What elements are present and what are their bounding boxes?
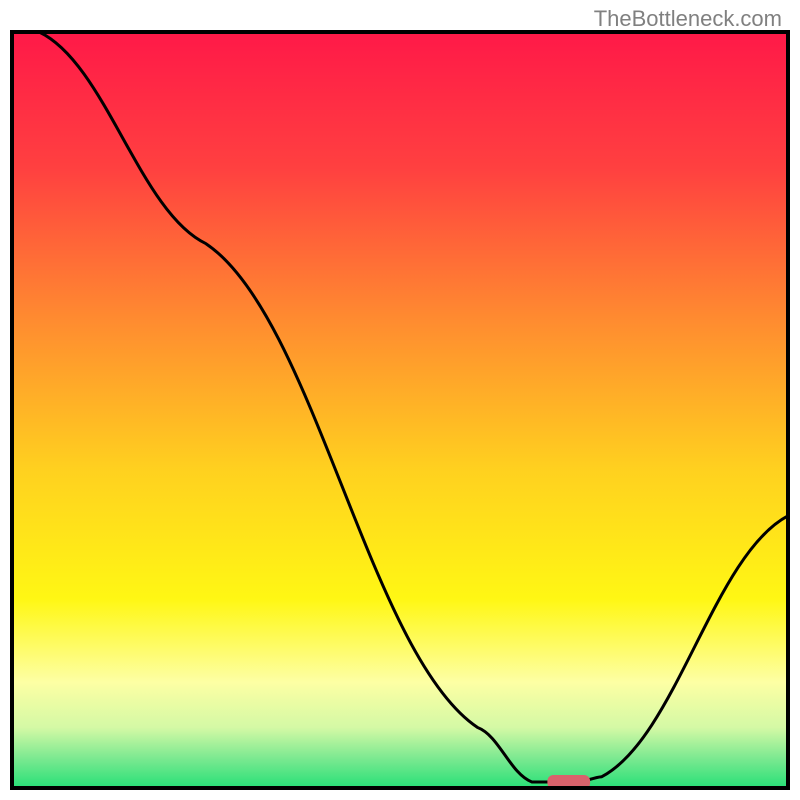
- watermark-text: TheBottleneck.com: [594, 6, 782, 32]
- chart-svg: [0, 0, 800, 800]
- bottleneck-chart: TheBottleneck.com: [0, 0, 800, 800]
